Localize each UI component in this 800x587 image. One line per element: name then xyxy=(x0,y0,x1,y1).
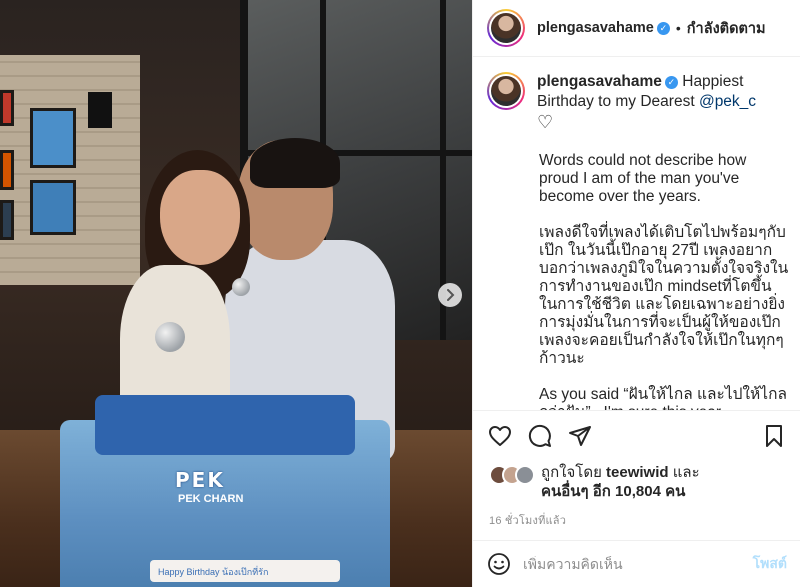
post-comment-button[interactable]: โพสต์ xyxy=(753,553,787,575)
wall-frame xyxy=(0,200,14,240)
comment-bar: โพสต์ xyxy=(473,540,800,587)
save-button[interactable] xyxy=(761,423,787,449)
woman-face xyxy=(160,170,240,265)
following-button[interactable]: กำลังติดตาม xyxy=(687,17,766,40)
cake-top-tier xyxy=(95,395,355,455)
heart-glyph: ♡ xyxy=(537,112,554,132)
caption-paragraph: As you said “ฝันให้ไกล และไปให้ไกลกว่าฝั… xyxy=(539,386,787,410)
liker-avatar xyxy=(515,465,535,485)
header-username[interactable]: plengasavahame xyxy=(537,20,654,36)
paper-plane-icon xyxy=(569,425,591,446)
wall-frame xyxy=(0,150,14,190)
caption-username[interactable]: plengasavahame xyxy=(537,73,662,90)
header-separator: • xyxy=(675,20,681,36)
wall-frame xyxy=(30,108,76,168)
avatar[interactable] xyxy=(487,72,525,110)
heart-icon xyxy=(489,425,511,446)
emoji-icon[interactable] xyxy=(487,552,511,576)
wall-frame xyxy=(30,180,76,235)
carousel-next-button[interactable] xyxy=(438,283,462,307)
cake-balloon xyxy=(232,278,250,296)
wall-frame xyxy=(0,90,14,126)
caption-paragraph: Words could not describe how proud I am … xyxy=(539,152,747,205)
cake-banner: Happy Birthday น้องเป๊กที่รัก xyxy=(150,560,340,582)
avatar-image xyxy=(491,76,521,106)
post-sidebar: plengasavahame ✓ • กำลังติดตาม plengasav… xyxy=(472,0,800,587)
wall-speaker xyxy=(88,92,112,128)
cake-subtitle: PEK CHARN xyxy=(178,493,244,505)
cake-name: PEK xyxy=(175,468,225,492)
likes-text: ถูกใจโดย teewiwid และคนอื่นๆ อีก 10,804 … xyxy=(541,463,700,501)
brick-wall xyxy=(0,55,140,285)
comment-button[interactable] xyxy=(527,423,553,449)
chevron-right-icon xyxy=(447,289,455,301)
comment-icon xyxy=(528,424,551,447)
caption-area: plengasavahame ✓ Happiest Birthday to my … xyxy=(473,58,800,410)
liked-by-prefix: ถูกใจโดย xyxy=(541,464,607,481)
post-header: plengasavahame ✓ • กำลังติดตาม xyxy=(473,0,800,57)
like-button[interactable] xyxy=(487,423,513,449)
verified-icon: ✓ xyxy=(664,76,678,89)
caption-intro: plengasavahame ✓ Happiest Birthday to my … xyxy=(537,72,787,134)
action-bar xyxy=(473,410,800,460)
post-photo[interactable]: PEK PEK CHARN Happy Birthday น้องเป๊กที่… xyxy=(0,0,472,587)
share-button[interactable] xyxy=(567,423,593,449)
bookmark-icon xyxy=(766,424,782,447)
liked-by-user[interactable]: teewiwid xyxy=(606,464,669,481)
likes-count-link[interactable]: คนอื่นๆ อีก 10,804 คน xyxy=(541,483,685,500)
post-timestamp[interactable]: 16 ชั่วโมงที่แล้ว xyxy=(489,511,566,529)
avatar-image xyxy=(491,13,521,43)
avatar[interactable] xyxy=(487,9,525,47)
verified-icon: ✓ xyxy=(656,21,670,35)
likes-summary: ถูกใจโดย teewiwid และคนอื่นๆ อีก 10,804 … xyxy=(489,463,789,501)
mention-link[interactable]: @pek_c xyxy=(699,93,756,110)
liker-avatars[interactable] xyxy=(489,463,535,487)
liked-by-and: และ xyxy=(668,464,700,481)
man-hair xyxy=(250,138,340,188)
comment-input[interactable] xyxy=(523,556,753,572)
caption-paragraph: เพลงดีใจที่เพลงได้เติบโตไปพร้อมๆกับเป๊ก … xyxy=(539,224,789,367)
cake-balloon xyxy=(155,322,185,352)
